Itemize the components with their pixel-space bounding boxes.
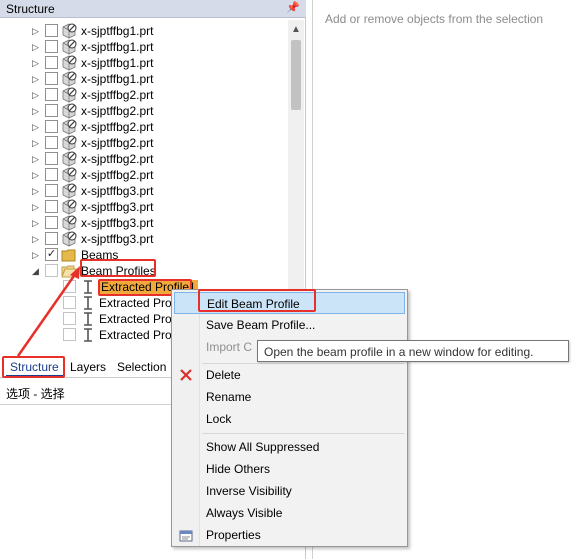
menu-rename[interactable]: Rename [174,386,405,408]
menu-label: Hide Others [206,462,271,476]
menu-label: Delete [206,368,241,382]
menu-label: Lock [206,412,232,426]
menu-label: Always Visible [206,506,283,520]
menu-label: Save Beam Profile... [206,318,316,332]
properties-icon [178,527,194,543]
menu-show-all-suppressed[interactable]: Show All Suppressed [174,436,405,458]
menu-label: Inverse Visibility [206,484,292,498]
menu-delete[interactable]: Delete [174,364,405,386]
menu-label: Properties [206,528,261,542]
tooltip-text: Open the beam profile in a new window fo… [264,345,534,359]
menu-save-beam-profile[interactable]: Save Beam Profile... [174,314,405,336]
delete-icon [178,367,194,383]
menu-always-visible[interactable]: Always Visible [174,502,405,524]
context-menu: Edit Beam Profile Save Beam Profile... I… [171,289,408,547]
menu-label: Import C [206,340,253,354]
menu-inverse-visibility[interactable]: Inverse Visibility [174,480,405,502]
tooltip: Open the beam profile in a new window fo… [257,340,569,362]
menu-properties[interactable]: Properties [174,524,405,546]
menu-separator [202,433,404,434]
menu-lock[interactable]: Lock [174,408,405,430]
annotation-edit-beam-profile [198,289,316,312]
menu-label: Rename [206,390,252,404]
menu-label: Show All Suppressed [206,440,320,454]
menu-hide-others[interactable]: Hide Others [174,458,405,480]
